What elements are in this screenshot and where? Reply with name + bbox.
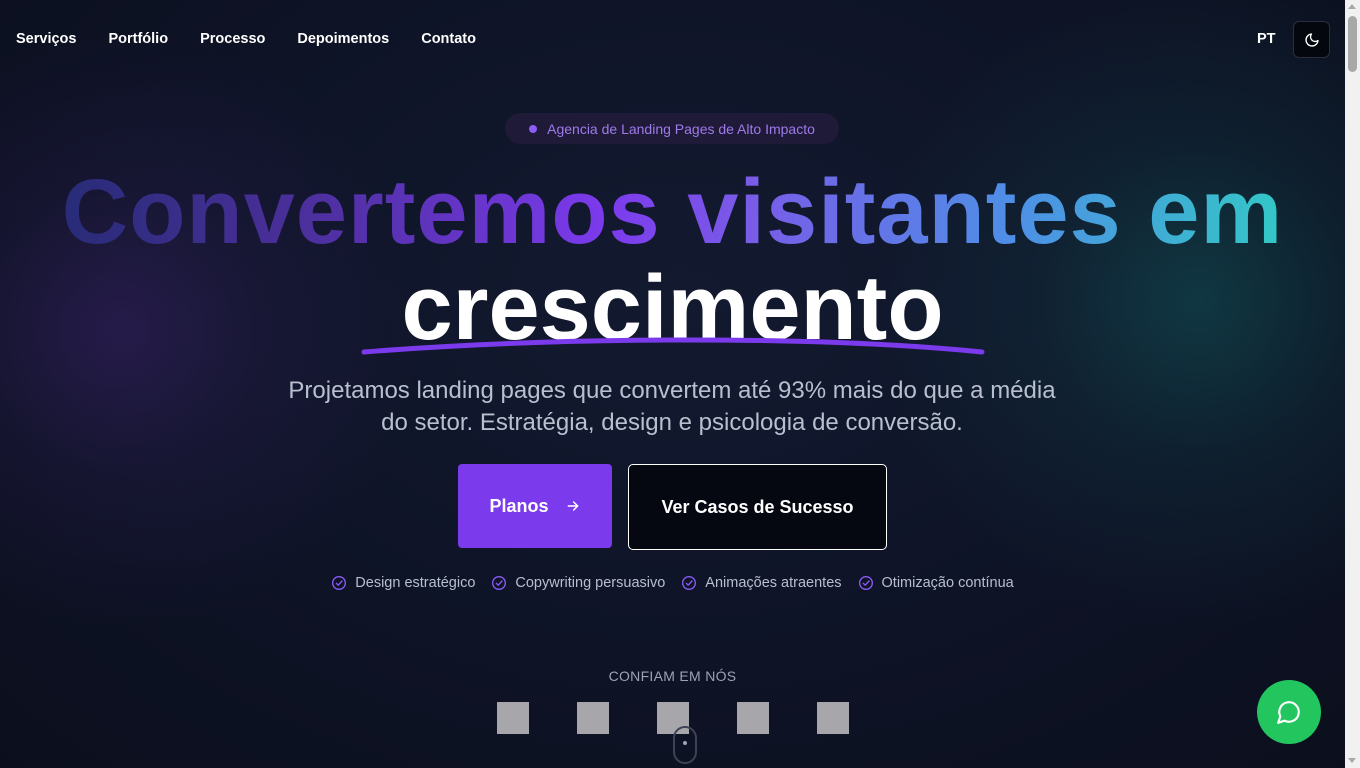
client-logo-placeholder [737, 702, 769, 734]
plans-button-label: Planos [489, 495, 549, 516]
nav-link-depoimentos[interactable]: Depoimentos [297, 31, 389, 47]
check-circle-icon [858, 576, 873, 590]
theme-toggle-button[interactable] [1293, 21, 1330, 58]
feature-list: Design estratégico Copywriting persuasiv… [0, 575, 1345, 591]
client-logo-placeholder [577, 702, 609, 734]
scroll-indicator-dot [683, 741, 687, 745]
nav-links: Serviços Portfólio Processo Depoimentos … [16, 31, 476, 47]
trust-section-title: CONFIAM EM NÓS [608, 668, 737, 684]
language-switcher[interactable]: PT [1257, 31, 1276, 47]
whatsapp-chat-button[interactable] [1257, 680, 1321, 744]
chat-bubble-icon [1277, 701, 1300, 724]
feature-item: Design estratégico [331, 575, 475, 591]
hero-subtitle: Projetamos landing pages que convertem a… [288, 377, 1056, 436]
feature-label: Design estratégico [355, 575, 476, 591]
headline-underline [361, 337, 985, 355]
client-logo-placeholder [817, 702, 849, 734]
arrow-right-icon [567, 501, 578, 511]
hero-badge: Agencia de Landing Pages de Alto Impacto [505, 113, 839, 144]
page-scrollbar[interactable] [1345, 0, 1360, 768]
badge-dot-icon [529, 124, 538, 133]
nav-link-portfolio[interactable]: Portfólio [108, 31, 168, 47]
check-circle-icon [492, 576, 507, 590]
plans-button[interactable]: Planos [458, 464, 612, 548]
scroll-indicator-mouse-icon [673, 726, 697, 764]
feature-label: Copywriting persuasivo [515, 575, 666, 591]
feature-item: Animações atraentes [681, 575, 842, 591]
success-cases-button-label: Ver Casos de Sucesso [661, 496, 854, 517]
client-logo-placeholder [497, 702, 529, 734]
moon-icon [1304, 32, 1319, 47]
nav-link-servicos[interactable]: Serviços [16, 31, 76, 47]
badge-label: Agencia de Landing Pages de Alto Impacto [547, 120, 815, 137]
success-cases-button[interactable]: Ver Casos de Sucesso [628, 464, 887, 550]
scrollbar-thumb[interactable] [1348, 16, 1357, 72]
feature-item: Otimização contínua [858, 575, 1014, 591]
nav-link-contato[interactable]: Contato [421, 31, 476, 47]
feature-label: Otimização contínua [881, 575, 1014, 591]
top-navigation: Serviços Portfólio Processo Depoimentos … [0, 0, 1345, 80]
check-circle-icon [332, 576, 347, 590]
scroll-up-arrow-icon[interactable] [1348, 4, 1356, 9]
feature-item: Copywriting persuasivo [491, 575, 665, 591]
check-circle-icon [682, 576, 697, 590]
nav-link-processo[interactable]: Processo [200, 31, 265, 47]
scroll-down-arrow-icon[interactable] [1348, 758, 1356, 763]
feature-label: Animações atraentes [705, 575, 842, 591]
hero-headline-line1: Convertemos visitantes em [0, 158, 1345, 266]
